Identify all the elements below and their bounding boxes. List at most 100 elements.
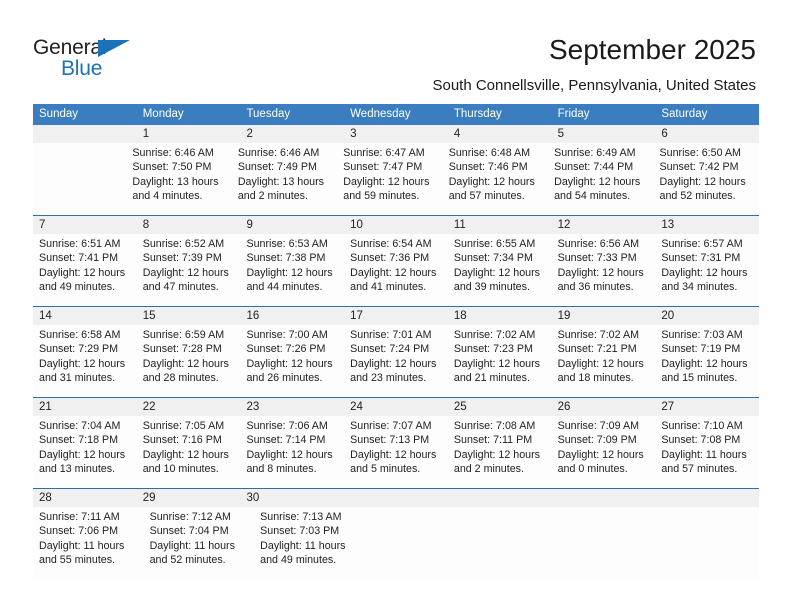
day-info-line: Sunrise: 6:54 AM — [350, 238, 432, 250]
day-cell-13[interactable]: Sunrise: 6:57 AM Sunset: 7:31 PM Daylight:… — [655, 234, 759, 306]
general-blue-logo[interactable]: General Blue — [33, 36, 163, 82]
day-number-14[interactable]: 14 — [33, 307, 137, 325]
day-info-line: and 2 minutes. — [237, 190, 308, 203]
calendar-week-row: 14 15 16 17 18 19 20 Sunrise: 6:58 AM Sunset: 7:… — [33, 306, 759, 397]
day-number-17[interactable]: 17 — [344, 307, 448, 325]
day-cell-24[interactable]: Sunrise: 7:07 AM Sunset: 7:13 PM Daylight:… — [344, 416, 448, 488]
day-info-line: Sunrise: 6:57 AM — [661, 238, 743, 250]
day-info-line: Daylight: 12 hours — [142, 357, 229, 370]
day-number-10[interactable]: 10 — [344, 216, 448, 234]
day-number-4[interactable]: 4 — [448, 125, 552, 143]
day-info-line: Sunrise: 6:50 AM — [659, 147, 741, 159]
day-number-3[interactable]: 3 — [344, 125, 448, 143]
day-number-6[interactable]: 6 — [655, 125, 759, 143]
day-number-2[interactable]: 2 — [240, 125, 344, 143]
day-info-line: Daylight: 11 hours — [260, 539, 346, 552]
day-number-7[interactable]: 7 — [33, 216, 137, 234]
day-number-23[interactable]: 23 — [240, 398, 344, 416]
day-cell-20[interactable]: Sunrise: 7:03 AM Sunset: 7:19 PM Daylight:… — [655, 325, 759, 397]
day-cell-2[interactable]: Sunrise: 6:46 AM Sunset: 7:49 PM Daylight:… — [232, 143, 337, 215]
day-cell-8[interactable]: Sunrise: 6:52 AM Sunset: 7:39 PM Daylight:… — [137, 234, 241, 306]
day-cell-9[interactable]: Sunrise: 6:53 AM Sunset: 7:38 PM Daylight:… — [240, 234, 344, 306]
day-cell-6[interactable]: Sunrise: 6:50 AM Sunset: 7:42 PM Daylight:… — [654, 143, 759, 215]
day-info-line: Sunset: 7:09 PM — [557, 434, 637, 447]
day-number-12[interactable]: 12 — [552, 216, 656, 234]
week-date-band: 14 15 16 17 18 19 20 — [33, 307, 759, 325]
day-cell-4[interactable]: Sunrise: 6:48 AM Sunset: 7:46 PM Daylight:… — [443, 143, 548, 215]
day-cell-12[interactable]: Sunrise: 6:56 AM Sunset: 7:33 PM Daylight:… — [552, 234, 656, 306]
day-cell-26[interactable]: Sunrise: 7:09 AM Sunset: 7:09 PM Daylight:… — [552, 416, 656, 488]
day-number-19[interactable]: 19 — [552, 307, 656, 325]
day-cell-29[interactable]: Sunrise: 7:12 AM Sunset: 7:04 PM Daylight:… — [144, 507, 255, 579]
day-number-1[interactable]: 1 — [137, 125, 241, 143]
day-number-8[interactable]: 8 — [137, 216, 241, 234]
day-number-25[interactable]: 25 — [448, 398, 552, 416]
day-cell-22[interactable]: Sunrise: 7:05 AM Sunset: 7:16 PM Daylight:… — [137, 416, 241, 488]
day-number-5[interactable]: 5 — [552, 125, 656, 143]
day-info-line: Sunset: 7:18 PM — [39, 434, 119, 447]
day-info-line: Sunset: 7:19 PM — [661, 343, 741, 356]
day-info-line: Sunrise: 7:11 AM — [39, 511, 120, 523]
day-cell-3[interactable]: Sunrise: 6:47 AM Sunset: 7:47 PM Daylight:… — [337, 143, 442, 215]
day-number-18[interactable]: 18 — [448, 307, 552, 325]
day-info-line: and 59 minutes. — [343, 190, 420, 203]
day-number-22[interactable]: 22 — [137, 398, 241, 416]
day-cell-30[interactable]: Sunrise: 7:13 AM Sunset: 7:03 PM Daylight:… — [254, 507, 365, 579]
day-cell-23[interactable]: Sunrise: 7:06 AM Sunset: 7:14 PM Daylight:… — [240, 416, 344, 488]
day-info-line: and 54 minutes. — [554, 190, 631, 203]
day-number-16[interactable]: 16 — [240, 307, 344, 325]
day-number-28[interactable]: 28 — [33, 489, 137, 507]
day-cell-7[interactable]: Sunrise: 6:51 AM Sunset: 7:41 PM Daylight:… — [33, 234, 137, 306]
day-of-week-header-row: Sunday Monday Tuesday Wednesday Thursday Frid… — [33, 104, 759, 125]
day-cell-19[interactable]: Sunrise: 7:02 AM Sunset: 7:21 PM Daylight:… — [552, 325, 656, 397]
day-of-week-header-tuesday: Tuesday — [246, 108, 291, 120]
day-number-9[interactable]: 9 — [240, 216, 344, 234]
day-info-line: Sunrise: 7:02 AM — [557, 329, 639, 341]
calendar-week-row: 21 22 23 24 25 26 27 Sunrise: 7:04 AM Sunset: 7:… — [33, 397, 759, 488]
week-date-band: 21 22 23 24 25 26 27 — [33, 398, 759, 416]
day-cell-21[interactable]: Sunrise: 7:04 AM Sunset: 7:18 PM Daylight:… — [33, 416, 137, 488]
day-info-line: and 44 minutes. — [246, 281, 323, 294]
day-info-line: Sunrise: 6:51 AM — [39, 238, 121, 250]
day-number-26[interactable]: 26 — [552, 398, 656, 416]
day-cell-empty — [463, 507, 562, 579]
day-cell-16[interactable]: Sunrise: 7:00 AM Sunset: 7:26 PM Daylight:… — [240, 325, 344, 397]
day-info-line: Daylight: 12 hours — [142, 448, 229, 461]
day-info-line: Daylight: 12 hours — [246, 266, 333, 279]
day-info-line: Sunset: 7:03 PM — [260, 525, 340, 538]
week-date-band: 28 29 30 — [33, 489, 759, 507]
day-cell-28[interactable]: Sunrise: 7:11 AM Sunset: 7:06 PM Daylight:… — [33, 507, 144, 579]
day-number-27[interactable]: 27 — [655, 398, 759, 416]
day-number-13[interactable]: 13 — [655, 216, 759, 234]
day-number-24[interactable]: 24 — [344, 398, 448, 416]
day-cell-14[interactable]: Sunrise: 6:58 AM Sunset: 7:29 PM Daylight:… — [33, 325, 137, 397]
day-number-30[interactable]: 30 — [240, 489, 344, 507]
day-number-21[interactable]: 21 — [33, 398, 137, 416]
day-cell-5[interactable]: Sunrise: 6:49 AM Sunset: 7:44 PM Daylight:… — [548, 143, 653, 215]
day-of-week-header-sunday: Sunday — [39, 108, 79, 120]
day-number-20[interactable]: 20 — [655, 307, 759, 325]
day-info-line: Daylight: 12 hours — [557, 357, 644, 370]
day-number-29[interactable]: 29 — [137, 489, 241, 507]
page-subtitle: South Connellsville, Pennsylvania, Unite… — [432, 77, 756, 94]
day-cell-10[interactable]: Sunrise: 6:54 AM Sunset: 7:36 PM Daylight:… — [344, 234, 448, 306]
day-cell-25[interactable]: Sunrise: 7:08 AM Sunset: 7:11 PM Daylight:… — [448, 416, 552, 488]
day-info-line: Daylight: 12 hours — [350, 266, 437, 279]
day-info-line: and 36 minutes. — [557, 281, 634, 294]
day-cell-15[interactable]: Sunrise: 6:59 AM Sunset: 7:28 PM Daylight:… — [137, 325, 241, 397]
day-number-11[interactable]: 11 — [448, 216, 552, 234]
day-cell-1[interactable]: Sunrise: 6:46 AM Sunset: 7:50 PM Daylight:… — [126, 143, 231, 215]
day-info-line: Sunset: 7:41 PM — [39, 252, 119, 265]
day-cell-empty — [365, 507, 464, 579]
day-info-line: Daylight: 12 hours — [246, 448, 333, 461]
day-cell-18[interactable]: Sunrise: 7:02 AM Sunset: 7:23 PM Daylight:… — [448, 325, 552, 397]
day-info-line: Sunrise: 7:03 AM — [661, 329, 743, 341]
day-info-line: Sunset: 7:42 PM — [659, 161, 739, 174]
day-cell-27[interactable]: Sunrise: 7:10 AM Sunset: 7:08 PM Daylight:… — [655, 416, 759, 488]
day-info-line: Sunrise: 6:53 AM — [246, 238, 328, 250]
day-number-15[interactable]: 15 — [137, 307, 241, 325]
day-cell-11[interactable]: Sunrise: 6:55 AM Sunset: 7:34 PM Daylight:… — [448, 234, 552, 306]
day-cell-17[interactable]: Sunrise: 7:01 AM Sunset: 7:24 PM Daylight:… — [344, 325, 448, 397]
day-info-line: and 57 minutes. — [661, 463, 738, 476]
day-info-line: Daylight: 12 hours — [39, 448, 126, 461]
